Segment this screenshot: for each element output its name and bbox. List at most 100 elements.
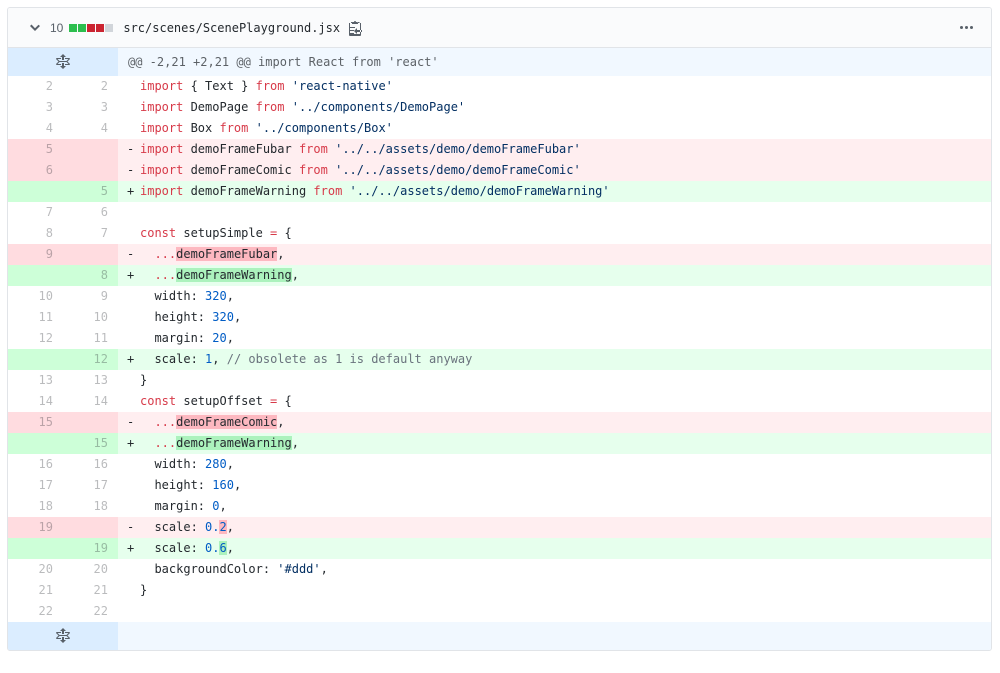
code-segment: setupOffset <box>176 394 271 408</box>
code-segment: 320 <box>212 310 234 324</box>
diff-row-context: 21 21} <box>8 580 991 601</box>
new-line-number[interactable]: 3 <box>63 97 118 118</box>
new-line-number[interactable]: 13 <box>63 370 118 391</box>
code-segment: { <box>277 394 292 408</box>
diff-row-context: 20 20 backgroundColor: '#ddd', <box>8 559 991 580</box>
new-line-number[interactable]: 4 <box>63 118 118 139</box>
new-line-number[interactable]: 7 <box>63 223 118 244</box>
diff-file-card: 10 src/scenes/ScenePlayground.jsx @@ -2,… <box>7 7 992 651</box>
code-line: } <box>118 580 991 601</box>
new-line-number[interactable]: 16 <box>63 454 118 475</box>
new-line-number[interactable]: 5 <box>63 181 118 202</box>
new-line-number[interactable]: 2 <box>63 76 118 97</box>
code-segment: demoFrameComic <box>176 415 278 429</box>
code-segment: import <box>140 142 184 156</box>
old-line-number[interactable]: 11 <box>8 307 63 328</box>
old-line-number[interactable] <box>8 181 63 202</box>
diff-row-add: 12 + scale: 1, // obsolete as 1 is defaul… <box>8 349 991 370</box>
old-line-number[interactable]: 12 <box>8 328 63 349</box>
old-line-number[interactable]: 15 <box>8 412 63 433</box>
new-line-number[interactable]: 9 <box>63 286 118 307</box>
old-line-number[interactable]: 9 <box>8 244 63 265</box>
code-segment: } <box>140 373 148 387</box>
old-line-number[interactable]: 5 <box>8 139 63 160</box>
code-line: - ...demoFrameComic, <box>118 412 991 433</box>
old-line-number[interactable]: 22 <box>8 601 63 622</box>
code-segment: , <box>233 478 242 492</box>
new-line-number[interactable]: 21 <box>63 580 118 601</box>
old-line-number[interactable]: 21 <box>8 580 63 601</box>
old-line-number[interactable]: 10 <box>8 286 63 307</box>
new-line-number[interactable] <box>63 244 118 265</box>
unfold-icon <box>56 53 70 69</box>
code-segment: 320 <box>205 289 227 303</box>
old-line-number[interactable] <box>8 433 63 454</box>
new-line-number[interactable]: 6 <box>63 202 118 223</box>
old-line-number[interactable] <box>8 349 63 370</box>
diff-row-context: 3 3 import DemoPage from '../components/De… <box>8 97 991 118</box>
code-line: width: 280, <box>118 454 991 475</box>
new-line-number[interactable]: 15 <box>63 433 118 454</box>
old-line-number[interactable]: 16 <box>8 454 63 475</box>
new-line-number[interactable]: 20 <box>63 559 118 580</box>
file-options-button[interactable] <box>960 20 973 36</box>
old-line-number[interactable]: 17 <box>8 475 63 496</box>
new-line-number[interactable] <box>63 412 118 433</box>
diff-row-context: 2 2 import { Text } from 'react-native' <box>8 76 991 97</box>
diff-row-context: 18 18 margin: 0, <box>8 496 991 517</box>
new-line-number[interactable]: 18 <box>63 496 118 517</box>
new-line-number[interactable] <box>63 160 118 181</box>
diffstat-square-del <box>87 23 96 32</box>
old-line-number[interactable]: 19 <box>8 517 63 538</box>
code-segment: from <box>219 121 249 135</box>
code-segment: scale: <box>140 352 206 366</box>
new-line-number[interactable]: 19 <box>63 538 118 559</box>
collapse-file-button[interactable] <box>30 20 40 36</box>
code-segment: scale: <box>140 520 206 534</box>
old-line-number[interactable]: 2 <box>8 76 63 97</box>
new-line-number[interactable]: 22 <box>63 601 118 622</box>
expand-hunk-button[interactable] <box>8 622 118 650</box>
diff-marker: - <box>127 415 135 429</box>
code-segment: import <box>140 163 184 177</box>
diff-row-expand <box>8 622 991 650</box>
code-line: margin: 0, <box>118 496 991 517</box>
code-segment: '../components/DemoPage' <box>291 100 466 114</box>
copy-path-button[interactable] <box>348 20 363 36</box>
diff-row-context: 76 <box>8 202 991 223</box>
code-segment: demoFrameWarning <box>176 436 292 450</box>
new-line-number[interactable] <box>63 139 118 160</box>
old-line-number[interactable]: 20 <box>8 559 63 580</box>
new-line-number[interactable]: 14 <box>63 391 118 412</box>
old-line-number[interactable]: 14 <box>8 391 63 412</box>
code-segment: '#ddd' <box>277 562 321 576</box>
code-segment: from <box>298 163 328 177</box>
code-segment: 0. <box>205 520 220 534</box>
new-line-number[interactable]: 11 <box>63 328 118 349</box>
old-line-number[interactable]: 6 <box>8 160 63 181</box>
new-line-number[interactable]: 10 <box>63 307 118 328</box>
new-line-number[interactable]: 8 <box>63 265 118 286</box>
new-line-number[interactable] <box>63 517 118 538</box>
old-line-number[interactable]: 4 <box>8 118 63 139</box>
code-line: import DemoPage from '../components/Demo… <box>118 97 991 118</box>
old-line-number[interactable]: 7 <box>8 202 63 223</box>
old-line-number[interactable]: 18 <box>8 496 63 517</box>
old-line-number[interactable] <box>8 538 63 559</box>
new-line-number[interactable]: 12 <box>63 349 118 370</box>
new-line-number[interactable]: 17 <box>63 475 118 496</box>
code-segment: , <box>226 289 234 303</box>
old-line-number[interactable]: 13 <box>8 370 63 391</box>
file-path: src/scenes/ScenePlayground.jsx <box>123 20 341 35</box>
code-segment: from <box>255 79 285 93</box>
diff-row-del: 5 - import demoFrameFubar from '../../asse… <box>8 139 991 160</box>
old-line-number[interactable]: 8 <box>8 223 63 244</box>
code-segment: , <box>291 436 299 450</box>
old-line-number[interactable] <box>8 265 63 286</box>
diff-row-add: 5 + import demoFrameWarning from '../../as… <box>8 181 991 202</box>
old-line-number[interactable]: 3 <box>8 97 63 118</box>
expand-hunk-button[interactable] <box>8 48 118 76</box>
